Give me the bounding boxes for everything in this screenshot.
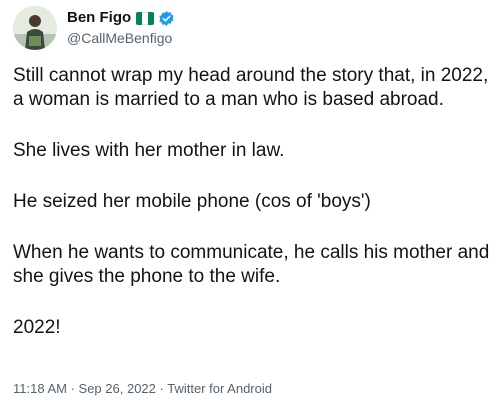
tweet-paragraph: He seized her mobile phone (cos of 'boys… [13,191,371,212]
author-display-name[interactable]: Ben Figo [67,9,131,27]
meta-separator: · [155,381,168,396]
tweet-time[interactable]: 11:18 AM [13,381,67,396]
avatar[interactable] [13,6,57,50]
meta-separator: · [66,381,79,396]
tweet-metadata: 11:18 AM · Sep 26, 2022 · Twitter for An… [13,381,272,397]
tweet-paragraph: Still cannot wrap my head around the sto… [13,65,489,110]
verified-badge-icon [159,10,174,26]
tweet-source[interactable]: Twitter for Android [167,381,272,396]
avatar-image [13,6,57,50]
nigeria-flag-icon [136,11,155,25]
tweet-date[interactable]: Sep 26, 2022 [79,381,156,396]
author-handle[interactable]: @CallMeBenfigo [67,29,172,47]
tweet-text: Still cannot wrap my head around the sto… [13,64,498,340]
author-display-name-row: Ben Figo [67,9,175,27]
tweet-paragraph: She lives with her mother in law. [13,140,285,161]
tweet: Ben Figo @CallMeBenfigo Still cannot wra… [0,0,504,408]
tweet-paragraph: 2022! [13,317,61,338]
tweet-paragraph: When he wants to communicate, he calls h… [13,242,490,287]
